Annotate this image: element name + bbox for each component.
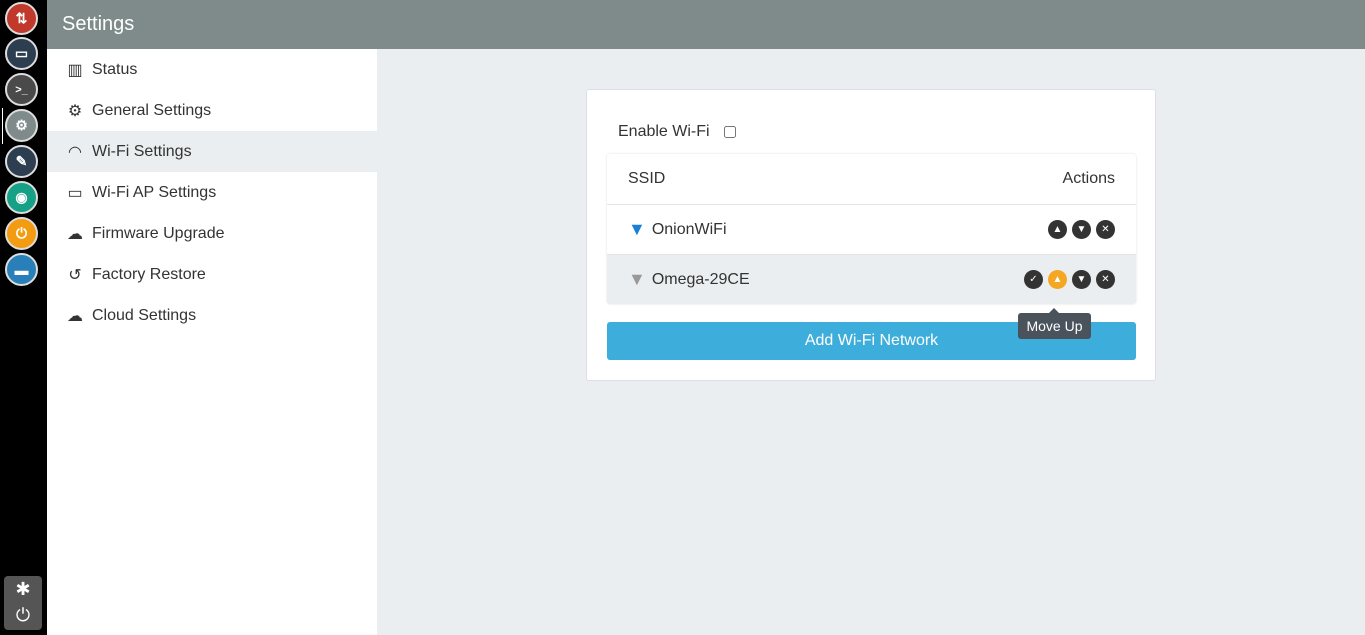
sidebar-item-status[interactable]: ▥ Status <box>47 49 377 90</box>
sidebar-item-factory-restore[interactable]: ↺ Factory Restore <box>47 254 377 295</box>
table-row: ▼ Omega-29CE ✓ ▲ ▼ ✕ <box>607 254 1136 304</box>
transfer-icon[interactable]: ⇅ <box>5 2 38 35</box>
move-down-button[interactable]: ▼ <box>1072 220 1091 239</box>
sidebar-item-label: General Settings <box>92 101 212 119</box>
sidebar-item-general-settings[interactable]: ⚙ General Settings <box>47 90 377 131</box>
terminal-icon[interactable]: >_ <box>5 73 38 106</box>
sidebar-item-label: Wi-Fi AP Settings <box>92 183 217 201</box>
app-dock: ⇅ ▭ >_ ⚙ ✎ ◉ ⏻ ▬ ✱ ⏻ <box>0 0 47 635</box>
cloud-icon: ☁ <box>67 307 83 325</box>
column-actions: Actions <box>1062 170 1115 187</box>
router-icon: ▭ <box>67 184 83 202</box>
bar-chart-icon: ▥ <box>67 61 83 79</box>
power-icon[interactable]: ⏻ <box>5 217 38 250</box>
window-icon[interactable]: ▭ <box>5 37 38 70</box>
sidebar-item-label: Wi-Fi Settings <box>92 142 192 160</box>
pencil-icon[interactable]: ✎ <box>5 145 38 178</box>
delete-button[interactable]: ✕ <box>1096 270 1115 289</box>
dock-system-tray: ✱ ⏻ <box>4 576 42 630</box>
sidebar-item-cloud-settings[interactable]: ☁ Cloud Settings <box>47 295 377 336</box>
table-header: SSID Actions <box>607 154 1136 204</box>
bug-icon[interactable]: ✱ <box>4 576 42 602</box>
wifi-icon: ◠ <box>68 143 82 161</box>
wifi-signal-icon: ▼ <box>628 219 646 239</box>
history-icon: ↺ <box>68 266 82 284</box>
ssid: Omega-29CE <box>651 270 750 288</box>
enable-wifi-toggle[interactable]: Enable Wi-Fi <box>618 123 736 141</box>
sidebar: ▥ Status ⚙ General Settings ◠ Wi-Fi Setting… <box>47 49 377 635</box>
page-title: Settings <box>47 0 1365 49</box>
network-table: SSID Actions ▼ OnionWiFi ▲ ▼ ✕ ▼ Omega-29C… <box>607 154 1136 304</box>
connect-button[interactable]: ✓ <box>1024 270 1043 289</box>
enable-wifi-label: Enable Wi-Fi <box>618 123 710 140</box>
folder-icon[interactable]: ▬ <box>5 253 38 286</box>
table-row: ▼ OnionWiFi ▲ ▼ ✕ <box>607 204 1136 254</box>
sidebar-item-label: Firmware Upgrade <box>92 224 225 242</box>
delete-button[interactable]: ✕ <box>1096 220 1115 239</box>
power-off-icon[interactable]: ⏻ <box>4 602 42 628</box>
sidebar-item-wifi-ap-settings[interactable]: ▭ Wi-Fi AP Settings <box>47 172 377 213</box>
ssid: OnionWiFi <box>651 220 727 238</box>
enable-wifi-checkbox[interactable] <box>723 126 736 138</box>
cloud-download-icon: ☁ <box>67 225 83 243</box>
sidebar-item-label: Status <box>92 60 138 78</box>
move-down-button[interactable]: ▼ <box>1072 270 1091 289</box>
gear-icon[interactable]: ⚙ <box>5 109 38 142</box>
move-up-button[interactable]: ▲ <box>1048 270 1067 289</box>
webcam-icon[interactable]: ◉ <box>5 181 38 214</box>
column-ssid: SSID <box>628 170 666 187</box>
sidebar-item-firmware-upgrade[interactable]: ☁ Firmware Upgrade <box>47 213 377 254</box>
active-app-indicator <box>2 108 3 144</box>
sidebar-item-label: Factory Restore <box>92 265 206 283</box>
tooltip: Move Up <box>1018 308 1091 339</box>
sidebar-item-wifi-settings[interactable]: ◠ Wi-Fi Settings <box>47 131 377 172</box>
wifi-off-icon: ▼ <box>628 269 646 289</box>
sidebar-item-label: Cloud Settings <box>92 306 197 324</box>
gear-icon: ⚙ <box>67 102 83 120</box>
move-up-button[interactable]: ▲ <box>1048 220 1067 239</box>
